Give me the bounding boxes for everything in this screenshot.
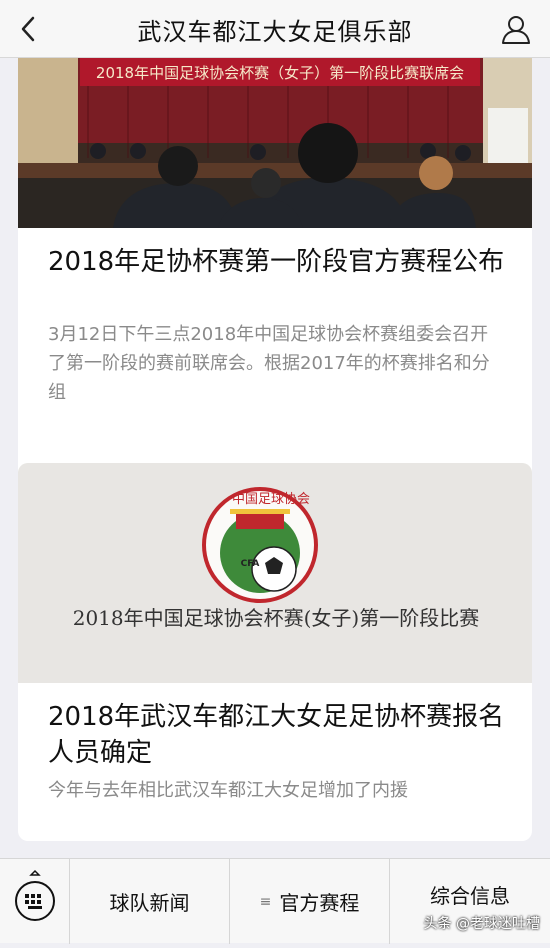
- bottom-menu-bar: 球队新闻 ≡ 官方赛程 综合信息 头条 @老球迷吐槽: [0, 858, 550, 944]
- logo-badge-text: CFA: [241, 559, 260, 569]
- article-card[interactable]: 2018年中国足球协会杯赛（女子）第一阶段比赛联席会 2018年足协杯赛第一阶段…: [18, 58, 532, 506]
- tab-label: 综合信息: [430, 884, 510, 908]
- cfa-document-photo: 中国足球协会 CFA 2018年中国足球协会杯赛(女子)第一阶段比赛: [18, 463, 532, 683]
- watermark: 头条 @老球迷吐槽: [423, 916, 540, 932]
- banner-text: 2018年中国足球协会杯赛（女子）第一阶段比赛联席会: [96, 64, 464, 82]
- article-title[interactable]: 2018年武汉车都江大女足足协杯赛报名人员确定: [48, 699, 506, 771]
- meeting-photo: 2018年中国足球协会杯赛（女子）第一阶段比赛联席会: [18, 58, 532, 228]
- article-card[interactable]: 中国足球协会 CFA 2018年中国足球协会杯赛(女子)第一阶段比赛 2018年…: [18, 463, 532, 841]
- cfa-logo: 中国足球协会 CFA: [202, 487, 318, 603]
- article-summary: 今年与去年相比武汉车都江大女足增加了内援: [48, 780, 408, 801]
- logo-ring-text: 中国足球协会: [232, 492, 310, 507]
- tab-official-schedule[interactable]: ≡ 官方赛程: [230, 859, 390, 944]
- page-title: 武汉车都江大女足俱乐部: [137, 18, 413, 46]
- menu-icon: ≡: [259, 893, 272, 910]
- tab-label: 球队新闻: [109, 891, 190, 915]
- article-title[interactable]: 2018年足协杯赛第一阶段官方赛程公布: [48, 244, 506, 280]
- top-nav-bar: 武汉车都江大女足俱乐部: [0, 0, 550, 58]
- tab-team-news[interactable]: 球队新闻: [70, 859, 230, 944]
- user-profile-icon[interactable]: [500, 13, 532, 45]
- article-feed[interactable]: 2018年中国足球协会杯赛（女子）第一阶段比赛联席会 2018年足协杯赛第一阶段…: [0, 58, 550, 858]
- tab-label: 官方赛程: [279, 891, 360, 915]
- article-summary: 3月12日下午三点2018年中国足球协会杯赛组委会召开了第一阶段的赛前联席会。根…: [48, 324, 490, 403]
- keyboard-toggle-button[interactable]: [0, 859, 70, 944]
- keyboard-icon: [15, 869, 55, 921]
- document-heading: 2018年中国足球协会杯赛(女子)第一阶段比赛: [73, 606, 480, 630]
